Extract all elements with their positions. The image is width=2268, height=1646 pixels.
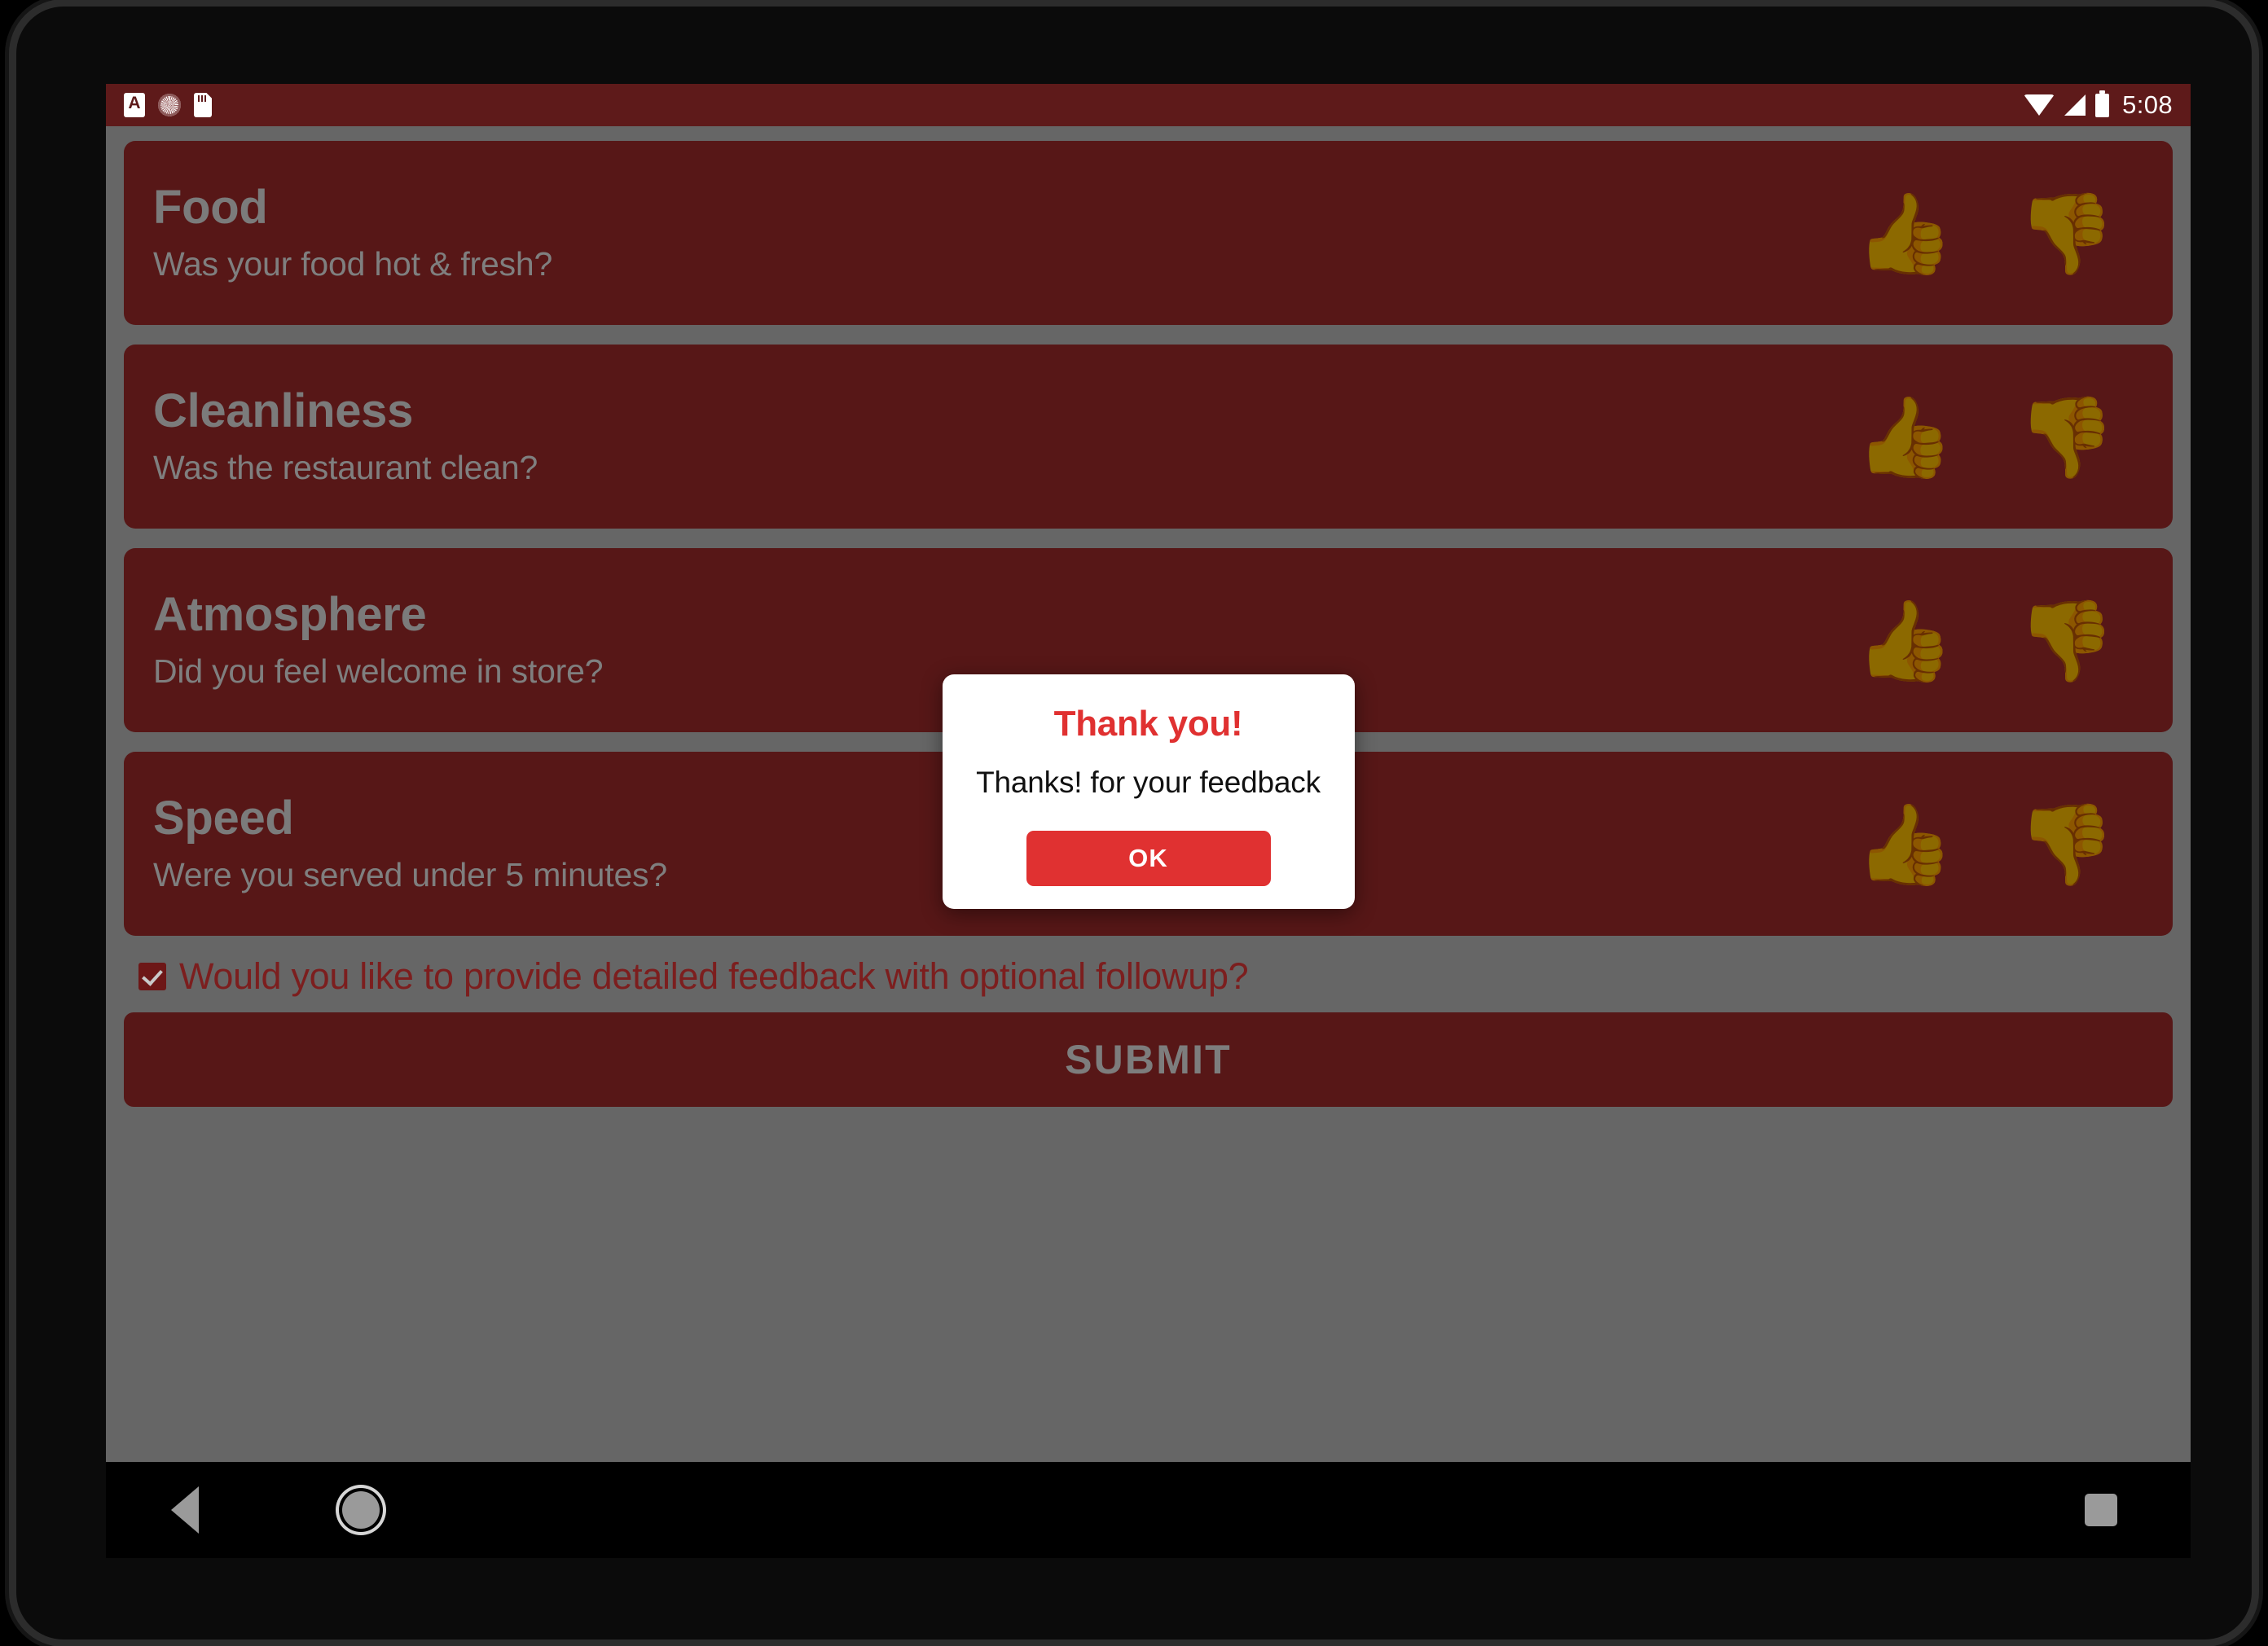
rating-buttons: 👍 👎: [1855, 397, 2116, 476]
question-title: Atmosphere: [153, 588, 427, 642]
thumbs-down-icon[interactable]: 👎: [2017, 194, 2116, 273]
thumbs-up-icon[interactable]: 👍: [1855, 397, 1954, 476]
status-bar: A 5:08: [106, 84, 2191, 126]
status-bar-left-icons: A: [124, 93, 212, 117]
recents-icon[interactable]: [2085, 1494, 2117, 1526]
wifi-icon: [2024, 94, 2055, 116]
thumbs-down-icon[interactable]: 👎: [2017, 397, 2116, 476]
question-card-texts: Food Was your food hot & fresh?: [153, 182, 1855, 283]
thumbs-up-icon[interactable]: 👍: [1855, 601, 1954, 680]
home-icon[interactable]: [342, 1491, 380, 1529]
thumbs-down-icon[interactable]: 👎: [2017, 601, 2116, 680]
question-card-texts: Cleanliness Was the restaurant clean?: [153, 384, 1855, 487]
thumbs-down-icon[interactable]: 👎: [2017, 805, 2116, 884]
question-card-cleanliness[interactable]: Cleanliness Was the restaurant clean? 👍 …: [124, 345, 2173, 529]
rating-buttons: 👍 👎: [1855, 601, 2116, 680]
question-subtitle: Was your food hot & fresh?: [153, 244, 553, 283]
dialog-message: Thanks! for your feedback: [976, 766, 1321, 799]
sd-card-icon: [194, 93, 212, 117]
cellular-signal-icon: [2064, 94, 2086, 116]
question-title: Cleanliness: [153, 384, 414, 438]
followup-label: Would you like to provide detailed feedb…: [179, 955, 1249, 997]
question-title: Food: [153, 181, 268, 235]
android-navigation-bar: [106, 1462, 2191, 1558]
thank-you-dialog: Thank you! Thanks! for your feedback OK: [942, 674, 1355, 909]
question-card-food[interactable]: Food Was your food hot & fresh? 👍 👎: [124, 141, 2173, 325]
rating-buttons: 👍 👎: [1855, 805, 2116, 884]
rating-buttons: 👍 👎: [1855, 194, 2116, 273]
sync-circle-icon: [158, 94, 181, 116]
status-bar-clock: 5:08: [2122, 90, 2173, 119]
battery-icon: [2095, 90, 2110, 117]
dialog-ok-button[interactable]: OK: [1026, 831, 1271, 886]
status-bar-right-icons: 5:08: [2024, 90, 2173, 120]
question-subtitle: Was the restaurant clean?: [153, 448, 538, 486]
back-icon[interactable]: [171, 1486, 199, 1534]
followup-checkbox-row[interactable]: Would you like to provide detailed feedb…: [138, 955, 2173, 998]
submit-button[interactable]: SUBMIT: [124, 1012, 2173, 1107]
device-screen: A 5:08 Food Was your food hot & fresh? 👍…: [106, 84, 2191, 1462]
tablet-device-frame: A 5:08 Food Was your food hot & fresh? 👍…: [16, 7, 2252, 1639]
dialog-title: Thank you!: [1053, 704, 1243, 744]
thumbs-up-icon[interactable]: 👍: [1855, 805, 1954, 884]
thumbs-up-icon[interactable]: 👍: [1855, 194, 1954, 273]
followup-checkbox[interactable]: [138, 963, 166, 990]
notification-a-icon: A: [124, 93, 145, 117]
